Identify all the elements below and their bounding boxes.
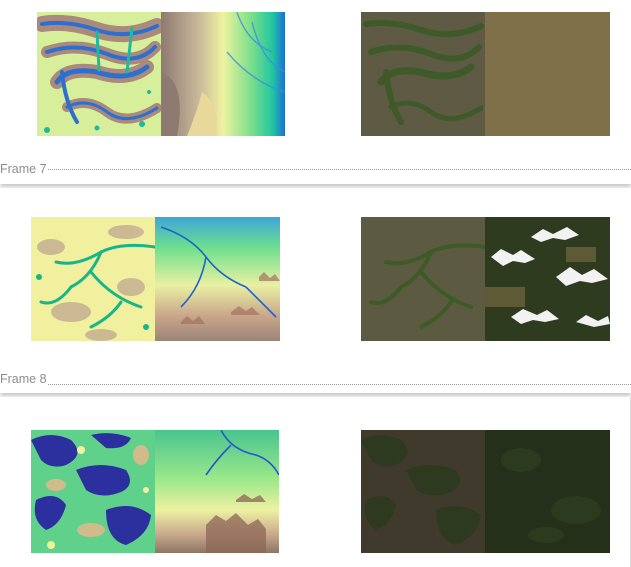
frame-panel-7 <box>0 188 631 393</box>
heightmap-thumbnail[interactable] <box>31 430 279 553</box>
heightmap-thumbnail[interactable] <box>31 217 280 341</box>
frame-panel-6 <box>0 0 631 184</box>
heightmap-thumbnail[interactable] <box>37 12 285 136</box>
frame-divider <box>0 169 631 170</box>
satellite-thumbnail[interactable] <box>361 12 610 136</box>
frame-label: Frame 7 <box>0 162 48 176</box>
frame-panel-8 <box>0 397 631 567</box>
satellite-thumbnail[interactable] <box>361 430 610 553</box>
frame-label: Frame 8 <box>0 372 48 386</box>
satellite-thumbnail[interactable] <box>361 217 610 341</box>
frame-divider <box>0 384 631 385</box>
